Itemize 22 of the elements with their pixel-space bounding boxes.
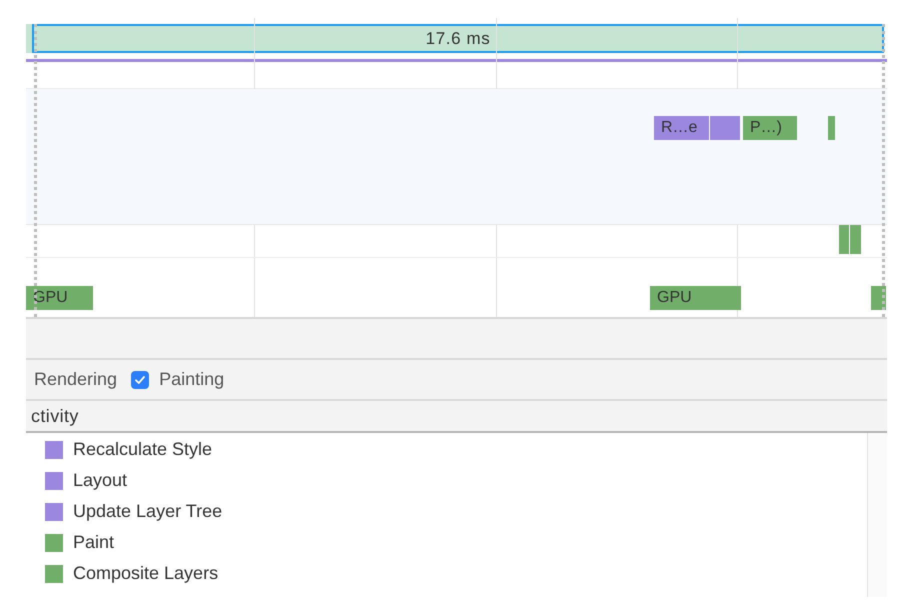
column-header[interactable]: ctivity — [31, 402, 79, 430]
event-bar[interactable] — [839, 225, 849, 254]
event-bar[interactable] — [828, 116, 835, 140]
range-edge-line[interactable] — [882, 24, 885, 317]
event-bar[interactable] — [871, 286, 886, 310]
category-label: Update Layer Tree — [73, 500, 222, 523]
event-bar[interactable]: R…e — [654, 116, 709, 140]
filter-label[interactable]: Rendering — [34, 366, 118, 393]
event-bar[interactable] — [854, 225, 861, 254]
filter-label[interactable]: Painting — [159, 366, 224, 393]
frame-bar[interactable]: 17.6 ms — [32, 24, 884, 53]
event-bar[interactable]: GPU — [26, 286, 93, 310]
category-label: Recalculate Style — [73, 438, 212, 461]
event-bar[interactable]: GPU — [650, 286, 741, 310]
category-label: Composite Layers — [73, 562, 218, 585]
category-label: Paint — [73, 531, 114, 554]
event-bar[interactable]: P…) — [743, 116, 797, 140]
checkbox[interactable] — [131, 370, 150, 388]
frame-bar[interactable] — [26, 24, 32, 53]
scrollbar[interactable] — [867, 433, 887, 597]
event-bar[interactable] — [710, 116, 740, 140]
category-label: Layout — [73, 469, 128, 492]
